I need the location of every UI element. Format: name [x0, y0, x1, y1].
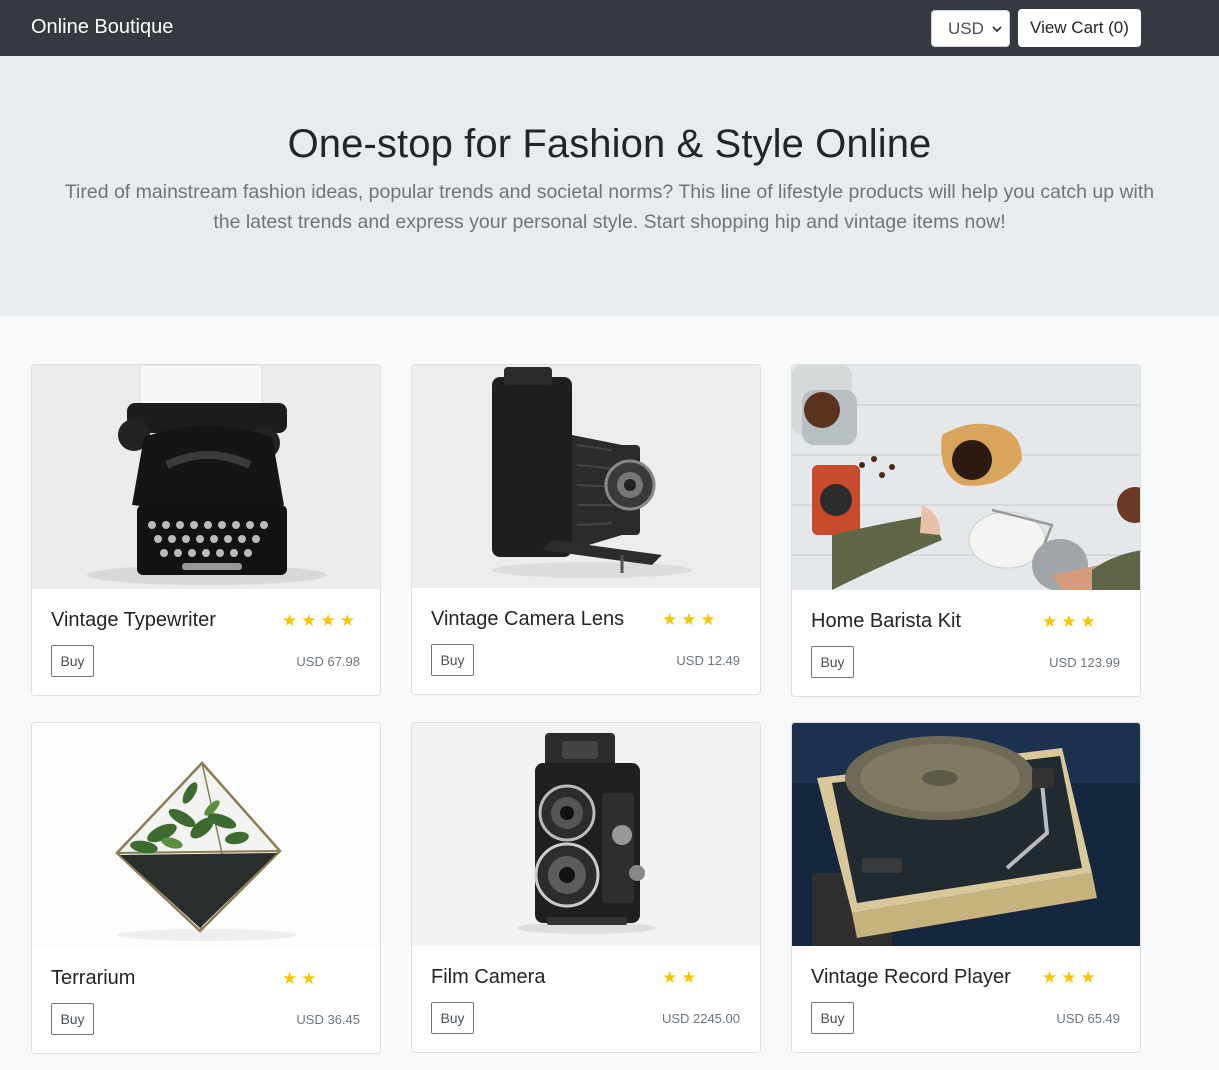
buy-button[interactable]: Buy — [51, 1003, 94, 1035]
product-price: USD 36.45 — [296, 1012, 360, 1027]
product-card: Vintage Record Player ★★★ Buy USD 65.49 — [791, 722, 1141, 1053]
star-rating: ★★ — [282, 969, 321, 988]
chevron-down-icon — [992, 26, 1002, 33]
twin-lens-camera-image — [412, 723, 760, 946]
hero-title: One-stop for Fashion & Style Online — [287, 122, 932, 166]
product-card-body: Home Barista Kit ★★★ Buy USD 123.99 — [792, 590, 1140, 696]
star-rating: ★★★ — [662, 610, 720, 629]
terrarium-image — [32, 723, 380, 947]
buy-button[interactable]: Buy — [51, 645, 94, 677]
product-card-body: Vintage Typewriter ★★★★ Buy USD 67.98 — [32, 589, 380, 695]
product-price: USD 67.98 — [296, 654, 360, 669]
folding-camera-image — [412, 365, 760, 588]
product-name[interactable]: Vintage Record Player — [811, 966, 1011, 989]
hero-description: Tired of mainstream fashion ideas, popul… — [64, 181, 1155, 233]
record-player-image — [792, 723, 1140, 946]
navbar: Online Boutique USD View Cart (0) — [0, 0, 1219, 56]
product-price: USD 65.49 — [1056, 1011, 1120, 1026]
product-card: Home Barista Kit ★★★ Buy USD 123.99 — [791, 364, 1141, 697]
product-card: Vintage Camera Lens ★★★ Buy USD 12.49 — [411, 364, 761, 695]
star-rating: ★★★ — [1042, 612, 1100, 631]
product-card: Vintage Typewriter ★★★★ Buy USD 67.98 — [31, 364, 381, 696]
product-card-body: Vintage Record Player ★★★ Buy USD 65.49 — [792, 946, 1140, 1052]
product-price: USD 123.99 — [1049, 655, 1120, 670]
currency-select[interactable]: USD — [931, 10, 1010, 47]
product-card-body: Film Camera ★★ Buy USD 2245.00 — [412, 946, 760, 1052]
buy-button[interactable]: Buy — [431, 1002, 474, 1034]
product-name[interactable]: Home Barista Kit — [811, 610, 961, 633]
product-image[interactable] — [792, 365, 1140, 590]
typewriter-image — [32, 365, 380, 589]
product-price: USD 12.49 — [676, 653, 740, 668]
buy-button[interactable]: Buy — [431, 644, 474, 676]
buy-button[interactable]: Buy — [811, 1002, 854, 1034]
currency-value: USD — [948, 18, 984, 38]
product-image[interactable] — [32, 723, 380, 947]
star-rating: ★★★★ — [282, 611, 359, 630]
product-image[interactable] — [412, 723, 760, 946]
star-rating: ★★★ — [1042, 968, 1100, 987]
product-card: Terrarium ★★ Buy USD 36.45 — [31, 722, 381, 1054]
product-name[interactable]: Terrarium — [51, 967, 135, 990]
hero-banner: One-stop for Fashion & Style Online Tire… — [0, 56, 1219, 316]
product-price: USD 2245.00 — [661, 1011, 740, 1026]
brand-link[interactable]: Online Boutique — [31, 16, 173, 39]
star-rating: ★★ — [662, 968, 701, 987]
product-card: Film Camera ★★ Buy USD 2245.00 — [411, 722, 761, 1053]
view-cart-button[interactable]: View Cart (0) — [1018, 9, 1141, 47]
product-image[interactable] — [792, 723, 1140, 946]
product-name[interactable]: Film Camera — [431, 966, 545, 989]
buy-button[interactable]: Buy — [811, 646, 854, 678]
product-card-body: Terrarium ★★ Buy USD 36.45 — [32, 947, 380, 1053]
coffee-pour-over-image — [792, 365, 1140, 590]
product-image[interactable] — [32, 365, 380, 589]
product-name[interactable]: Vintage Typewriter — [51, 609, 216, 632]
product-name[interactable]: Vintage Camera Lens — [431, 608, 624, 631]
product-image[interactable] — [412, 365, 760, 588]
product-card-body: Vintage Camera Lens ★★★ Buy USD 12.49 — [412, 588, 760, 694]
